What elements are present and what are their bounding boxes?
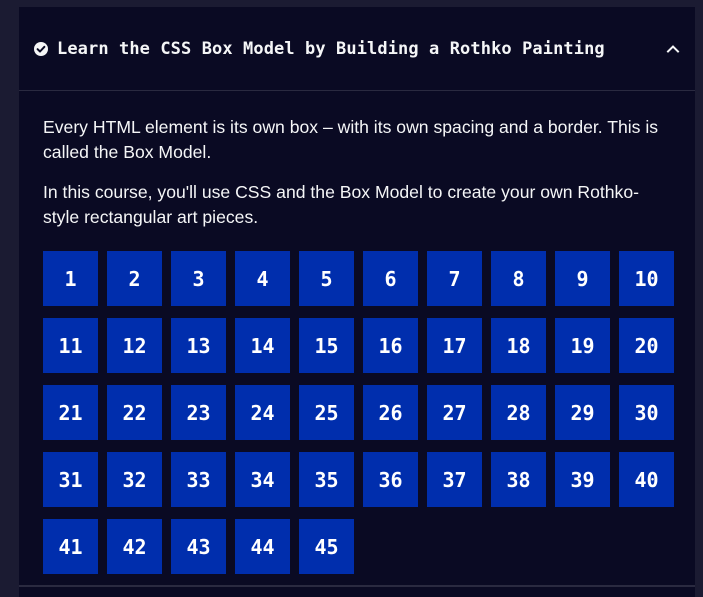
course-content: Every HTML element is its own box – with… bbox=[19, 91, 695, 574]
step-button[interactable]: 34 bbox=[235, 452, 290, 507]
step-button[interactable]: 40 bbox=[619, 452, 674, 507]
course-header-left: Learn the CSS Box Model by Building a Ro… bbox=[33, 39, 605, 59]
step-button[interactable]: 43 bbox=[171, 519, 226, 574]
step-button[interactable]: 31 bbox=[43, 452, 98, 507]
course-header-toggle[interactable]: Learn the CSS Box Model by Building a Ro… bbox=[19, 7, 695, 91]
step-button[interactable]: 33 bbox=[171, 452, 226, 507]
step-button[interactable]: 2 bbox=[107, 251, 162, 306]
step-button[interactable]: 14 bbox=[235, 318, 290, 373]
divider bbox=[19, 585, 695, 587]
check-circle-icon bbox=[33, 41, 49, 57]
step-button[interactable]: 1 bbox=[43, 251, 98, 306]
step-button[interactable]: 3 bbox=[171, 251, 226, 306]
step-button[interactable]: 42 bbox=[107, 519, 162, 574]
chevron-up-icon[interactable] bbox=[665, 41, 681, 57]
step-button[interactable]: 32 bbox=[107, 452, 162, 507]
step-button[interactable]: 30 bbox=[619, 385, 674, 440]
step-button[interactable]: 6 bbox=[363, 251, 418, 306]
step-button[interactable]: 15 bbox=[299, 318, 354, 373]
step-button[interactable]: 39 bbox=[555, 452, 610, 507]
step-button[interactable]: 5 bbox=[299, 251, 354, 306]
step-button[interactable]: 11 bbox=[43, 318, 98, 373]
step-button[interactable]: 45 bbox=[299, 519, 354, 574]
step-button[interactable]: 13 bbox=[171, 318, 226, 373]
course-panel: Learn the CSS Box Model by Building a Ro… bbox=[19, 7, 695, 597]
step-button[interactable]: 21 bbox=[43, 385, 98, 440]
step-button[interactable]: 38 bbox=[491, 452, 546, 507]
step-button[interactable]: 17 bbox=[427, 318, 482, 373]
course-description: In this course, you'll use CSS and the B… bbox=[43, 182, 639, 227]
step-button[interactable]: 4 bbox=[235, 251, 290, 306]
step-button[interactable]: 27 bbox=[427, 385, 482, 440]
step-button[interactable]: 8 bbox=[491, 251, 546, 306]
step-button[interactable]: 20 bbox=[619, 318, 674, 373]
step-button[interactable]: 26 bbox=[363, 385, 418, 440]
step-button[interactable]: 29 bbox=[555, 385, 610, 440]
step-button[interactable]: 22 bbox=[107, 385, 162, 440]
step-grid: 1 2 3 4 5 6 7 8 9 10 11 12 13 14 15 16 17 18 19 20 21 22 23 24 2… bbox=[43, 251, 695, 574]
step-button[interactable]: 9 bbox=[555, 251, 610, 306]
step-button[interactable]: 44 bbox=[235, 519, 290, 574]
step-button[interactable]: 19 bbox=[555, 318, 610, 373]
step-button[interactable]: 18 bbox=[491, 318, 546, 373]
step-button[interactable]: 35 bbox=[299, 452, 354, 507]
step-button[interactable]: 23 bbox=[171, 385, 226, 440]
step-button[interactable]: 7 bbox=[427, 251, 482, 306]
step-button[interactable]: 28 bbox=[491, 385, 546, 440]
course-description: Every HTML element is its own box – with… bbox=[43, 117, 659, 162]
step-button[interactable]: 12 bbox=[107, 318, 162, 373]
step-button[interactable]: 16 bbox=[363, 318, 418, 373]
step-button[interactable]: 10 bbox=[619, 251, 674, 306]
step-button[interactable]: 37 bbox=[427, 452, 482, 507]
step-button[interactable]: 25 bbox=[299, 385, 354, 440]
step-button[interactable]: 24 bbox=[235, 385, 290, 440]
step-button[interactable]: 36 bbox=[363, 452, 418, 507]
course-title: Learn the CSS Box Model by Building a Ro… bbox=[57, 38, 605, 59]
step-button[interactable]: 41 bbox=[43, 519, 98, 574]
